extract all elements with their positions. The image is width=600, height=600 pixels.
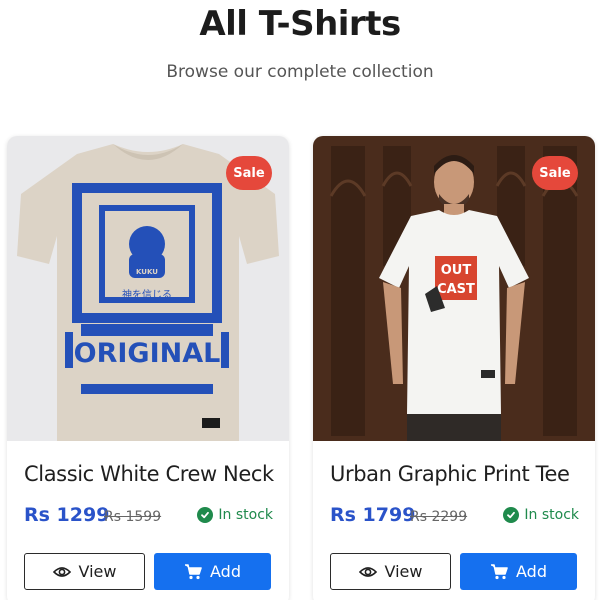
product-name[interactable]: Urban Graphic Print Tee xyxy=(330,462,590,486)
stock-label: In stock xyxy=(524,507,579,523)
product-price: Rs 1799 xyxy=(330,504,416,526)
print-main-text: ORIGINAL xyxy=(74,338,221,369)
product-old-price: Rs 1599 xyxy=(104,509,162,525)
sale-badge: Sale xyxy=(532,156,578,190)
print-text-2: CAST xyxy=(437,282,475,297)
product-old-price: Rs 2299 xyxy=(410,509,468,525)
view-button[interactable]: View xyxy=(330,553,451,590)
cart-icon xyxy=(184,563,202,580)
cart-icon xyxy=(490,563,508,580)
eye-icon xyxy=(358,565,377,579)
product-name[interactable]: Classic White Crew Neck xyxy=(24,462,284,486)
view-button[interactable]: View xyxy=(24,553,145,590)
add-button-label: Add xyxy=(516,562,547,581)
print-jp-text: 神を信じる xyxy=(122,288,172,301)
add-to-cart-button[interactable]: Add xyxy=(460,553,577,590)
check-circle-icon xyxy=(197,507,214,523)
product-card: KUKU 神を信じる ORIGINAL Sale Classic White C… xyxy=(7,136,289,600)
product-card: OUT CAST Sale Urban Graphic Print Tee Rs… xyxy=(313,136,595,600)
add-to-cart-button[interactable]: Add xyxy=(154,553,271,590)
sale-badge: Sale xyxy=(226,156,272,190)
print-small-text: KUKU xyxy=(136,268,158,276)
print-text-1: OUT xyxy=(441,263,472,278)
eye-icon xyxy=(52,565,71,579)
page-subtitle: Browse our complete collection xyxy=(166,62,434,82)
stock-status: In stock xyxy=(197,507,273,523)
view-button-label: View xyxy=(78,562,117,581)
product-price: Rs 1299 xyxy=(24,504,110,526)
add-button-label: Add xyxy=(210,562,241,581)
stock-status: In stock xyxy=(503,507,579,523)
stock-label: In stock xyxy=(218,507,273,523)
check-circle-icon xyxy=(503,507,520,523)
page-title: All T-Shirts xyxy=(199,4,401,44)
view-button-label: View xyxy=(384,562,423,581)
